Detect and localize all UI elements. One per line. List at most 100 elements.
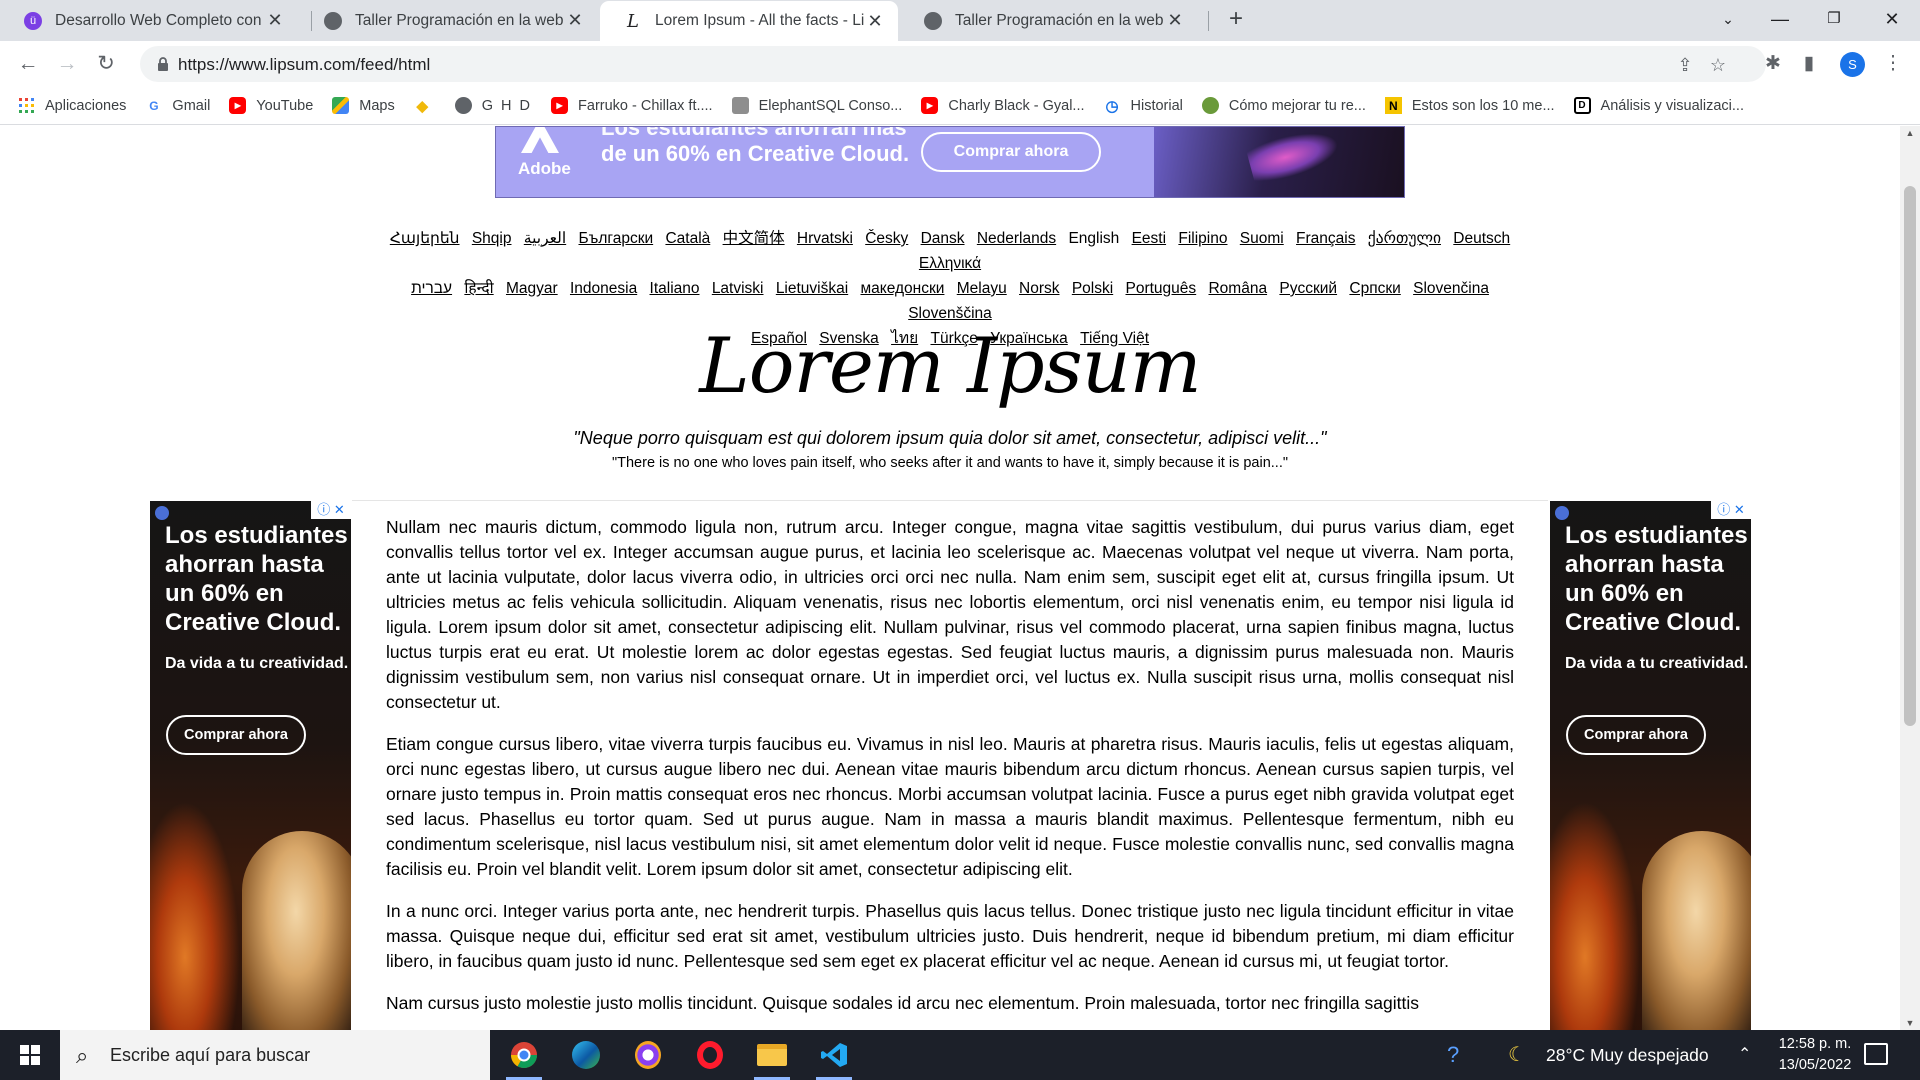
help-icon[interactable]: ? [1447,1030,1459,1080]
extensions-icon[interactable]: ✱ [1760,51,1786,77]
windows-start-button[interactable] [0,1030,60,1080]
language-link[interactable]: Հայերեն [390,230,460,247]
language-link[interactable]: Filipino [1178,230,1227,247]
scroll-down-arrow-icon[interactable]: ▼ [1900,1018,1920,1028]
tab-lorem-ipsum[interactable]: L Lorem Ipsum - All the facts - Lipsum ✕ [600,1,898,41]
bookmark-analisis[interactable]: D Análisis y visualizaci... [1573,97,1744,114]
tab-taller-1[interactable]: Taller Programación en la web ✕ [300,0,598,41]
left-side-ad[interactable]: ⓘ ✕ Los estudiantes ahorran hasta un 60%… [150,501,351,1030]
language-link[interactable]: Româna [1208,280,1267,297]
menu-dots-icon[interactable]: ⋮ [1880,51,1906,77]
language-link[interactable]: Slovenščina [908,305,992,322]
adchoices-icon[interactable]: ⓘ ✕ [311,501,351,519]
language-link[interactable]: ქართული [1368,230,1441,247]
back-arrow-icon[interactable]: ← [12,48,44,80]
ad-shield-icon [155,506,169,520]
scroll-up-arrow-icon[interactable]: ▲ [1900,128,1920,138]
tab-search-icon[interactable]: ⌄ [1700,0,1756,41]
language-link[interactable]: Norsk [1019,280,1059,297]
profile-avatar[interactable]: S [1840,52,1865,77]
ad-cta-button[interactable]: Comprar ahora [921,132,1101,172]
scrollbar-thumb[interactable] [1904,186,1916,726]
language-link[interactable]: Eesti [1132,230,1166,247]
language-link[interactable]: Slovenčina [1413,280,1489,297]
language-link[interactable]: العربية [524,230,566,247]
language-link[interactable]: Pyccкий [1279,280,1337,297]
bookmark-apps[interactable]: Aplicaciones [18,97,126,114]
right-side-ad[interactable]: ⓘ ✕ Los estudiantes ahorran hasta un 60%… [1550,501,1751,1030]
bookmark-estos-son[interactable]: N Estos son los 10 me... [1384,97,1555,114]
language-link[interactable]: Melayu [957,280,1007,297]
language-link[interactable]: Català [665,230,710,247]
reload-icon[interactable]: ↻ [90,48,122,80]
globe-icon [324,11,342,30]
language-link[interactable]: Magyar [506,280,558,297]
forward-arrow-icon[interactable]: → [51,48,83,80]
bookmark-binance[interactable]: ◆ [414,97,441,115]
opera-taskbar-icon[interactable] [684,1035,736,1075]
close-icon[interactable]: ✕ [564,10,586,31]
language-link[interactable]: עברית [411,280,452,297]
bookmark-ghd[interactable]: G H D [454,97,532,114]
side-ad-cta-button[interactable]: Comprar ahora [1566,715,1706,755]
close-window-button[interactable]: ✕ [1864,0,1920,41]
language-link[interactable]: Polski [1072,280,1113,297]
language-link[interactable]: Dansk [921,230,965,247]
language-current: English [1068,230,1120,247]
show-hidden-icons-chevron-icon[interactable]: ⌃ [1738,1030,1751,1080]
address-bar[interactable]: https://www.lipsum.com/feed/html ⇪ ☆ [140,46,1766,82]
bookmark-youtube[interactable]: ▶ YouTube [229,97,313,114]
weather-text[interactable]: 28°C Muy despejado [1546,1030,1709,1080]
share-icon[interactable]: ⇪ [1674,54,1696,76]
tab-taller-2[interactable]: Taller Programación en la web ✕ [900,0,1198,41]
language-link[interactable]: 中文简体 [723,230,785,247]
vscode-taskbar-icon[interactable] [808,1035,860,1080]
bookmark-elephantsql[interactable]: ElephantSQL Conso... [731,97,902,114]
side-ad-cta-button[interactable]: Comprar ahora [166,715,306,755]
taskbar-search-box[interactable]: ⌕ Escribe aquí para buscar [60,1030,490,1080]
bookmark-historial[interactable]: ◷ Historial [1104,97,1182,115]
language-link[interactable]: हिन्दी [464,280,493,297]
chrome-taskbar-icon[interactable] [498,1035,550,1080]
language-link[interactable]: Lietuviškai [776,280,848,297]
bookmark-como-mejorar[interactable]: Cómo mejorar tu re... [1201,97,1366,114]
language-link[interactable]: македонски [861,280,945,297]
language-link[interactable]: Български [578,230,653,247]
bookmark-gmail[interactable]: G Gmail [145,97,210,114]
new-tab-button[interactable]: + [1222,6,1250,34]
language-link[interactable]: Nederlands [977,230,1056,247]
ad-fire-image [150,801,240,1030]
language-link[interactable]: Português [1126,280,1197,297]
adchoices-icon[interactable]: ⓘ ✕ [1711,501,1751,519]
close-icon[interactable]: ✕ [864,11,886,32]
url-text[interactable]: https://www.lipsum.com/feed/html [178,55,430,75]
language-link[interactable]: Italiano [650,280,700,297]
language-link[interactable]: Latviski [712,280,764,297]
language-link[interactable]: Српски [1349,280,1400,297]
side-panel-icon[interactable]: ▮ [1796,51,1822,77]
language-link[interactable]: Français [1296,230,1355,247]
edge-taskbar-icon[interactable] [560,1035,612,1075]
notifications-icon[interactable] [1864,1043,1888,1065]
restore-button[interactable]: ❐ [1806,0,1862,41]
language-link[interactable]: Indonesia [570,280,637,297]
taskbar-clock[interactable]: 12:58 p. m. 13/05/2022 [1775,1034,1855,1076]
language-link[interactable]: Deutsch [1453,230,1510,247]
close-icon[interactable]: ✕ [264,10,286,31]
page-scrollbar[interactable]: ▲ ▼ [1900,126,1920,1030]
tab-desarrollo-web[interactable]: ü Desarrollo Web Completo con HTML5 ✕ [0,0,298,41]
minimize-button[interactable]: — [1752,0,1808,41]
language-link[interactable]: Ελληνικά [919,255,981,272]
language-link[interactable]: Suomi [1240,230,1284,247]
language-link[interactable]: Shqip [472,230,512,247]
bookmark-star-icon[interactable]: ☆ [1707,54,1729,76]
bookmark-farruko[interactable]: ▶ Farruko - Chillax ft.... [551,97,713,114]
language-link[interactable]: Česky [865,230,908,247]
top-banner-ad[interactable]: Adobe Los estudiantes ahorran más de un … [495,126,1405,198]
brave-taskbar-icon[interactable] [622,1035,674,1075]
language-link[interactable]: Hrvatski [797,230,853,247]
bookmark-charly-black[interactable]: ▶ Charly Black - Gyal... [921,97,1085,114]
file-explorer-taskbar-icon[interactable] [746,1035,798,1080]
close-icon[interactable]: ✕ [1164,10,1186,31]
bookmark-maps[interactable]: Maps [332,97,395,114]
